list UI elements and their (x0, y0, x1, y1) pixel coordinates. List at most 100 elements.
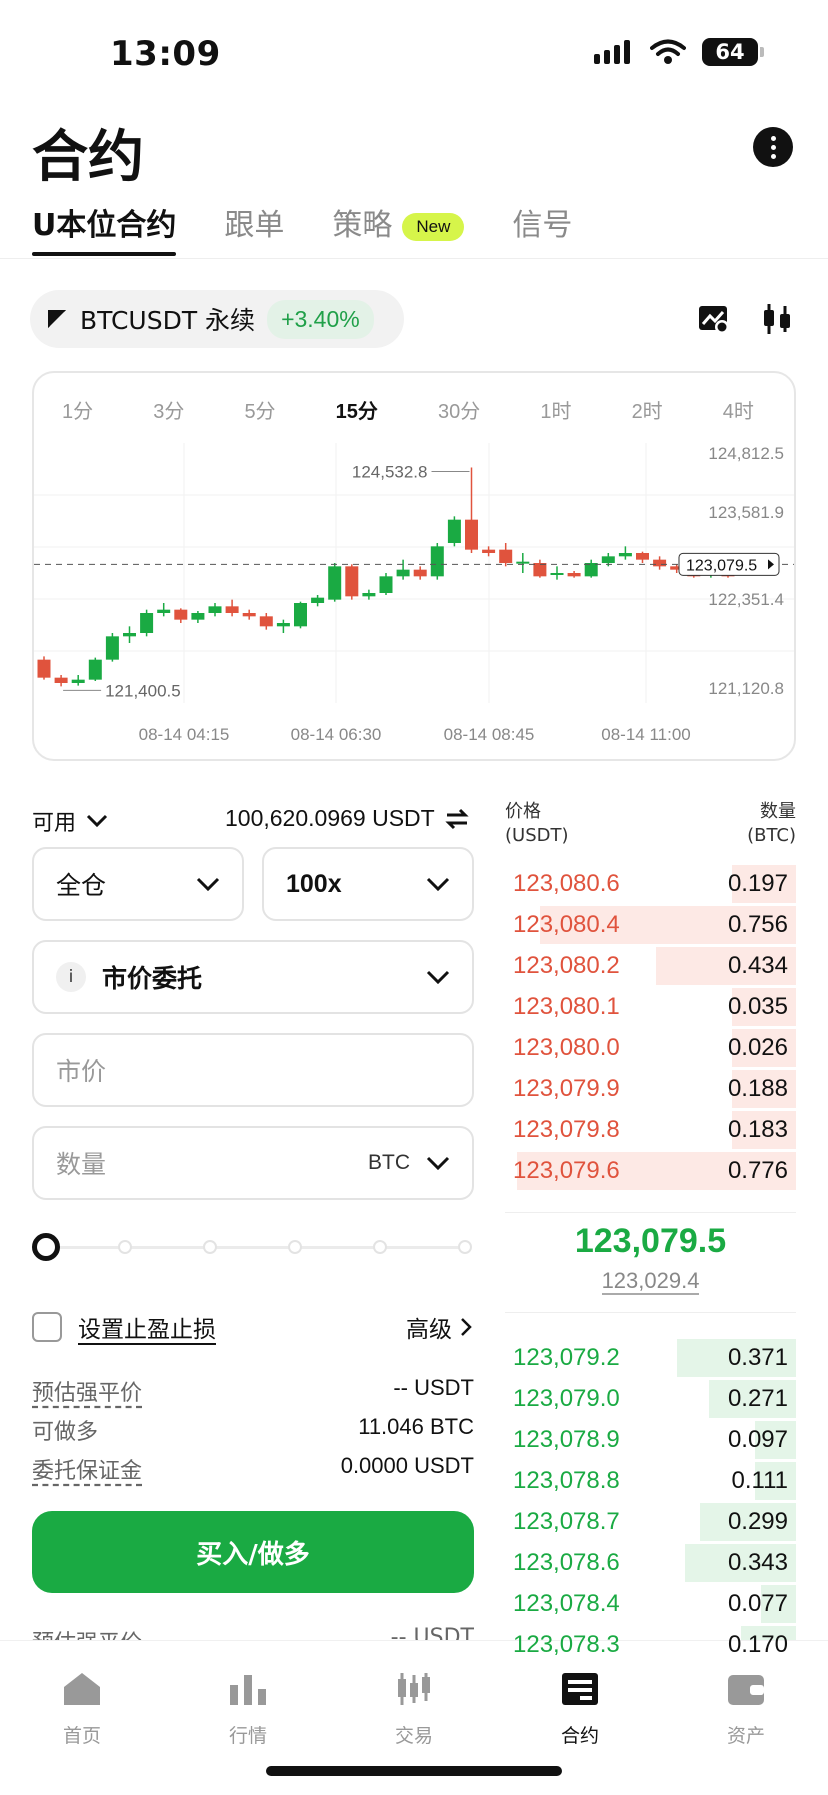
bid-row[interactable]: 123,078.6 0.343 (505, 1544, 796, 1582)
tab-strategy-label: 策略 (332, 208, 393, 243)
slider-thumb[interactable] (32, 1233, 60, 1261)
order-price: 123,079.6 (513, 1157, 620, 1184)
interval-2h[interactable]: 2时 (632, 395, 663, 424)
info-icon[interactable]: i (56, 962, 86, 992)
order-type-select[interactable]: i 市价委托 (32, 940, 474, 1014)
ask-row[interactable]: 123,080.2 0.434 (505, 947, 796, 985)
more-options-button[interactable] (753, 127, 793, 167)
quantity-unit-select[interactable]: BTC (368, 1151, 450, 1175)
price-chart-card[interactable]: 123,079.5 124,812.5 123,581.9 122,351.4 121,… (32, 371, 796, 761)
slider-step-50[interactable] (203, 1240, 217, 1254)
bid-row[interactable]: 123,078.8 0.111 (505, 1462, 796, 1500)
interval-3m[interactable]: 3分 (153, 395, 184, 424)
advanced-options-link[interactable]: 高级 (406, 1310, 472, 1344)
buy-long-button[interactable]: 买入/做多 (32, 1511, 474, 1593)
slider-step-100[interactable] (458, 1240, 472, 1254)
ask-row[interactable]: 123,079.8 0.183 (505, 1111, 796, 1149)
price-input[interactable]: 市价 (32, 1033, 474, 1107)
bid-row[interactable]: 123,078.9 0.097 (505, 1421, 796, 1459)
candle-body (447, 519, 461, 543)
candle-body (499, 549, 513, 563)
nav-home[interactable]: 首页 (22, 1671, 142, 1748)
tpsl-checkbox[interactable] (32, 1312, 62, 1342)
slider-step-90[interactable] (373, 1240, 387, 1254)
info-value: -- USDT (393, 1375, 474, 1400)
ask-row[interactable]: 123,080.4 0.756 (505, 906, 796, 944)
page-title: 合约 (32, 125, 144, 190)
order-qty: 0.776 (727, 1157, 788, 1184)
ask-row[interactable]: 123,080.0 0.026 (505, 1029, 796, 1067)
info-key: 预估强平价 (32, 1625, 142, 1641)
order-price: 123,078.7 (513, 1508, 620, 1535)
signal-icon (594, 40, 630, 64)
order-qty: 0.434 (727, 952, 788, 979)
tab-signal[interactable]: 信号 (512, 200, 572, 244)
order-price: 123,080.6 (513, 870, 620, 897)
nav-assets[interactable]: 资产 (686, 1671, 806, 1748)
tab-usdt-futures[interactable]: U本位合约 (32, 200, 177, 256)
tab-strategy[interactable]: 策略 New (332, 200, 465, 244)
order-price: 123,078.9 (513, 1426, 620, 1453)
qty-header-label: 数量 (760, 801, 796, 822)
candle-body (294, 603, 307, 627)
quantity-placeholder: 数量 (56, 1150, 107, 1179)
nav-trade[interactable]: 交易 (354, 1671, 474, 1748)
bid-row[interactable]: 123,078.4 0.077 (505, 1585, 796, 1623)
candle-body (653, 559, 667, 567)
interval-5m[interactable]: 5分 (244, 395, 275, 424)
nav-label: 首页 (62, 1725, 101, 1747)
interval-1m[interactable]: 1分 (62, 395, 93, 424)
quantity-slider[interactable] (32, 1232, 474, 1262)
ask-row[interactable]: 123,080.1 0.035 (505, 988, 796, 1026)
tpsl-toggle[interactable]: 设置止盈止损 (32, 1310, 216, 1344)
candlestick-icon[interactable] (760, 302, 794, 336)
nav-futures[interactable]: 合约 (520, 1671, 640, 1748)
leverage-select[interactable]: 100x (262, 847, 474, 921)
bid-row[interactable]: 123,079.0 0.271 (505, 1380, 796, 1418)
time-axis-label: 08-14 11:00 (601, 725, 690, 744)
info-row-liq-price: 预估强平价 -- USDT (32, 1375, 474, 1407)
interval-15m[interactable]: 15分 (336, 395, 378, 424)
slider-step-75[interactable] (288, 1240, 302, 1254)
slider-step-25[interactable] (118, 1240, 132, 1254)
mark-price[interactable]: 123,029.4 (505, 1268, 796, 1295)
order-qty: 0.026 (727, 1034, 788, 1061)
margin-mode-select[interactable]: 全仓 (32, 847, 244, 921)
top-tabs: U本位合约 跟单 策略 New 信号 (32, 200, 620, 256)
candle-body (88, 659, 102, 680)
symbol-selector[interactable]: BTCUSDT 永续 +3.40% (30, 290, 404, 348)
info-key[interactable]: 预估强平价 (32, 1375, 142, 1407)
tabs-divider (0, 258, 828, 259)
nav-label: 交易 (394, 1725, 433, 1747)
price-axis-label: 121,120.8 (708, 679, 784, 698)
candle-body (516, 561, 530, 564)
interval-4h[interactable]: 4时 (723, 395, 754, 424)
order-qty: 0.170 (727, 1631, 788, 1658)
interval-30m[interactable]: 30分 (438, 395, 480, 424)
candle-body (362, 593, 376, 597)
info-value: 11.046 BTC (358, 1414, 474, 1439)
order-type-value: 市价委托 (102, 964, 203, 993)
nav-market[interactable]: 行情 (188, 1671, 308, 1748)
battery-indicator: 64 (702, 38, 764, 66)
ask-row[interactable]: 123,080.6 0.197 (505, 865, 796, 903)
available-label: 可用 (32, 811, 77, 836)
ask-row[interactable]: 123,079.9 0.188 (505, 1070, 796, 1108)
order-price: 123,080.1 (513, 993, 620, 1020)
info-key[interactable]: 委托保证金 (32, 1453, 142, 1485)
candlestick-chart[interactable]: 123,079.5 124,812.5 123,581.9 122,351.4 121,… (34, 373, 794, 759)
interval-1h[interactable]: 1时 (540, 395, 571, 424)
wifi-icon (650, 39, 686, 64)
available-balance-toggle[interactable]: 可用 (32, 805, 108, 837)
tab-copy-trading[interactable]: 跟单 (224, 200, 284, 244)
order-price: 123,079.9 (513, 1075, 620, 1102)
chart-settings-icon[interactable] (697, 302, 731, 336)
order-qty: 0.299 (727, 1508, 788, 1535)
orderbook-price-header: 价格 (USDT) (505, 800, 569, 848)
transfer-icon[interactable] (445, 808, 469, 830)
ask-row[interactable]: 123,079.6 0.776 (505, 1152, 796, 1190)
bid-row[interactable]: 123,079.2 0.371 (505, 1339, 796, 1377)
quantity-input[interactable]: 数量 BTC (32, 1126, 474, 1200)
candle-body (71, 679, 85, 683)
bid-row[interactable]: 123,078.7 0.299 (505, 1503, 796, 1541)
